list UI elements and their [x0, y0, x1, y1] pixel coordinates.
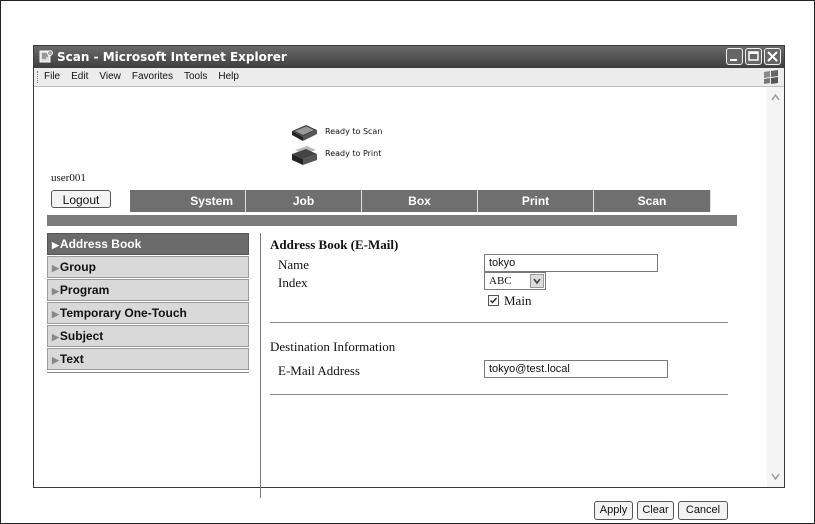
- triangle-right-icon: ▶: [52, 332, 59, 342]
- name-label: Name: [278, 257, 310, 272]
- nav-item-label: Address Book: [59, 237, 142, 251]
- email-label: E-Mail Address: [278, 363, 360, 378]
- nav-item-label: Program: [59, 283, 110, 297]
- window-title: Scan - Microsoft Internet Explorer: [57, 50, 287, 64]
- minimize-button[interactable]: [726, 48, 743, 65]
- dropdown-button[interactable]: [530, 274, 544, 288]
- triangle-right-icon: ▶: [52, 286, 59, 296]
- nav-item-label: Temporary One-Touch: [59, 306, 187, 320]
- nav-item-group[interactable]: ▶Group: [47, 256, 249, 278]
- email-input[interactable]: tokyo@test.local: [484, 360, 668, 378]
- maximize-button[interactable]: [745, 48, 762, 65]
- name-input[interactable]: tokyo: [484, 254, 658, 272]
- tab-scan[interactable]: Scan: [594, 190, 711, 212]
- nav-item-temporary-one-touch[interactable]: ▶Temporary One-Touch: [47, 302, 249, 324]
- menu-grip: [37, 71, 40, 83]
- nav-divider: [47, 372, 249, 373]
- section-divider: [270, 322, 728, 323]
- menu-favorites[interactable]: Favorites: [132, 71, 173, 82]
- tab-box[interactable]: Box: [362, 190, 478, 212]
- close-button[interactable]: [764, 48, 781, 65]
- apply-button[interactable]: Apply: [594, 501, 633, 520]
- main-checkbox-label: Main: [504, 293, 532, 308]
- left-nav: ▶Address Book ▶Group ▶Program ▶Temporary…: [47, 233, 249, 373]
- destination-heading: Destination Information: [270, 339, 396, 354]
- title-bar: Scan - Microsoft Internet Explorer: [34, 46, 784, 68]
- maximize-icon: [748, 51, 759, 61]
- scroll-up-icon[interactable]: [771, 93, 780, 102]
- nav-item-subject[interactable]: ▶Subject: [47, 325, 249, 347]
- scroll-down-icon[interactable]: [771, 472, 780, 481]
- triangle-right-icon: ▶: [52, 240, 59, 250]
- tab-print[interactable]: Print: [478, 190, 594, 212]
- user-name: user001: [51, 172, 86, 184]
- nav-item-program[interactable]: ▶Program: [47, 279, 249, 301]
- minimize-icon: [730, 59, 737, 61]
- menu-tools[interactable]: Tools: [184, 71, 207, 82]
- clear-button[interactable]: Clear: [637, 501, 674, 520]
- print-status-text: Ready to Print: [325, 149, 382, 158]
- ie-page-icon: [39, 50, 53, 63]
- tab-job[interactable]: Job: [246, 190, 362, 212]
- nav-item-label: Text: [59, 352, 84, 366]
- index-label: Index: [278, 275, 308, 290]
- tab-system[interactable]: System: [130, 190, 246, 212]
- page-content: Ready to Scan Ready to Print user001 Log…: [34, 87, 767, 520]
- menu-help[interactable]: Help: [218, 71, 239, 82]
- main-checkbox[interactable]: [488, 295, 499, 306]
- triangle-right-icon: ▶: [52, 355, 59, 365]
- index-select-value: ABC: [489, 275, 512, 287]
- menu-file[interactable]: File: [44, 71, 60, 82]
- triangle-right-icon: ▶: [52, 309, 59, 319]
- checkmark-icon: [490, 297, 498, 304]
- nav-item-text[interactable]: ▶Text: [47, 348, 249, 370]
- vertical-divider: [260, 233, 261, 498]
- index-select[interactable]: ABC: [484, 272, 546, 290]
- nav-item-address-book[interactable]: ▶Address Book: [47, 233, 249, 255]
- vertical-scrollbar[interactable]: [766, 87, 784, 487]
- header-band: [47, 215, 737, 226]
- menu-edit[interactable]: Edit: [71, 71, 88, 82]
- close-icon: [767, 51, 778, 62]
- windows-logo-icon: [764, 70, 778, 84]
- menu-view[interactable]: View: [99, 71, 121, 82]
- section-divider: [270, 394, 728, 395]
- chevron-down-icon: [533, 278, 541, 285]
- form-title: Address Book (E-Mail): [270, 237, 399, 252]
- logout-button[interactable]: Logout: [51, 190, 111, 208]
- browser-window: Scan - Microsoft Internet Explorer File …: [33, 45, 785, 520]
- menu-bar: File Edit View Favorites Tools Help: [34, 68, 784, 87]
- cancel-button[interactable]: Cancel: [678, 501, 728, 520]
- nav-item-label: Group: [59, 260, 96, 274]
- scan-status-text: Ready to Scan: [325, 127, 383, 136]
- nav-item-label: Subject: [59, 329, 104, 343]
- triangle-right-icon: ▶: [52, 263, 59, 273]
- scanner-icon: [292, 125, 317, 141]
- main-tabs: System Job Box Print Scan: [130, 190, 711, 212]
- printer-icon: [292, 146, 317, 165]
